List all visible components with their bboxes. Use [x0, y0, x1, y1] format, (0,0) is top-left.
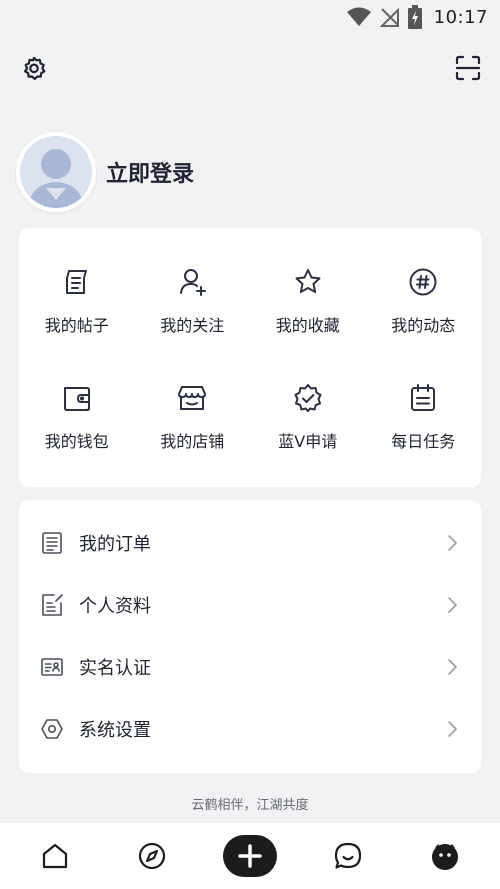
- bottom-nav: [0, 823, 500, 889]
- chevron-right-icon: [448, 721, 457, 737]
- chevron-right-icon: [448, 659, 457, 675]
- list-item-my-orders[interactable]: 我的订单: [19, 512, 481, 574]
- grid-label: 每日任务: [391, 432, 456, 451]
- grid-label: 我的动态: [391, 316, 456, 335]
- nav-publish[interactable]: [220, 826, 280, 886]
- status-time: 10:17: [433, 6, 488, 28]
- wifi-icon: [346, 6, 372, 28]
- edit-profile-icon: [42, 594, 63, 616]
- no-signal-icon: [379, 6, 400, 28]
- login-button[interactable]: 立即登录: [106, 156, 194, 188]
- chevron-right-icon: [448, 535, 457, 551]
- chevron-right-icon: [448, 597, 457, 613]
- order-list-icon: [42, 532, 62, 554]
- scan-icon[interactable]: [454, 54, 482, 82]
- grid-label: 我的店铺: [160, 432, 225, 451]
- battery-charging-icon: [407, 5, 422, 29]
- verified-badge-icon: [294, 384, 322, 412]
- task-calendar-icon: [411, 384, 436, 411]
- wallet-icon: [63, 387, 90, 411]
- status-bar: 10:17: [0, 0, 500, 34]
- list-item-label: 系统设置: [79, 720, 151, 741]
- list-item-label: 我的订单: [79, 534, 151, 555]
- follow-user-icon: [180, 269, 207, 296]
- gear-icon[interactable]: [20, 54, 48, 82]
- home-icon: [42, 843, 67, 869]
- grid-label: 我的关注: [160, 316, 225, 335]
- top-actions: [0, 54, 500, 84]
- list-item-system-settings[interactable]: 系统设置: [19, 698, 481, 760]
- grid-item-my-store[interactable]: 我的店铺: [135, 382, 251, 498]
- footer-slogan: 云鹤相伴，江湖共度: [191, 798, 309, 813]
- nav-messages[interactable]: [318, 826, 378, 886]
- grid-item-my-wallet[interactable]: 我的钱包: [19, 382, 135, 498]
- store-icon: [178, 386, 207, 410]
- grid-item-my-activity[interactable]: 我的动态: [366, 266, 482, 382]
- hashtag-icon: [409, 268, 437, 296]
- menu-list-card: 我的订单 个人资料 实名认证 系统设置: [19, 500, 481, 773]
- grid-item-daily-tasks[interactable]: 每日任务: [366, 382, 482, 498]
- grid-label: 我的钱包: [44, 432, 109, 451]
- grid-item-my-posts[interactable]: 我的帖子: [19, 266, 135, 382]
- grid-label: 我的帖子: [44, 316, 109, 335]
- grid-label: 我的收藏: [275, 316, 340, 335]
- grid-item-my-follows[interactable]: 我的关注: [135, 266, 251, 382]
- quick-actions-card: 我的帖子 我的关注 我的收藏 我的动态 我的钱包 我的店铺 蓝V申请 每日任务: [19, 228, 481, 487]
- star-icon: [295, 269, 321, 293]
- list-item-label: 个人资料: [79, 596, 151, 617]
- grid-item-my-favorites[interactable]: 我的收藏: [250, 266, 366, 382]
- list-item-label: 实名认证: [79, 658, 151, 679]
- plus-icon: [238, 844, 262, 868]
- nav-discover[interactable]: [122, 826, 182, 886]
- compass-icon: [139, 842, 166, 870]
- profile-header[interactable]: 立即登录: [16, 132, 194, 212]
- profile-face-icon: [432, 844, 459, 870]
- grid-label: 蓝V申请: [278, 432, 338, 451]
- list-item-real-name-verification[interactable]: 实名认证: [19, 636, 481, 698]
- id-card-icon: [41, 658, 63, 676]
- list-item-profile[interactable]: 个人资料: [19, 574, 481, 636]
- hexagon-settings-icon: [41, 719, 63, 739]
- nav-me[interactable]: [415, 826, 475, 886]
- nav-home[interactable]: [25, 826, 85, 886]
- grid-item-blue-v-apply[interactable]: 蓝V申请: [250, 382, 366, 498]
- post-icon: [65, 270, 87, 294]
- default-avatar-icon[interactable]: [16, 132, 96, 212]
- message-icon: [334, 842, 361, 869]
- publish-button[interactable]: [222, 835, 277, 877]
